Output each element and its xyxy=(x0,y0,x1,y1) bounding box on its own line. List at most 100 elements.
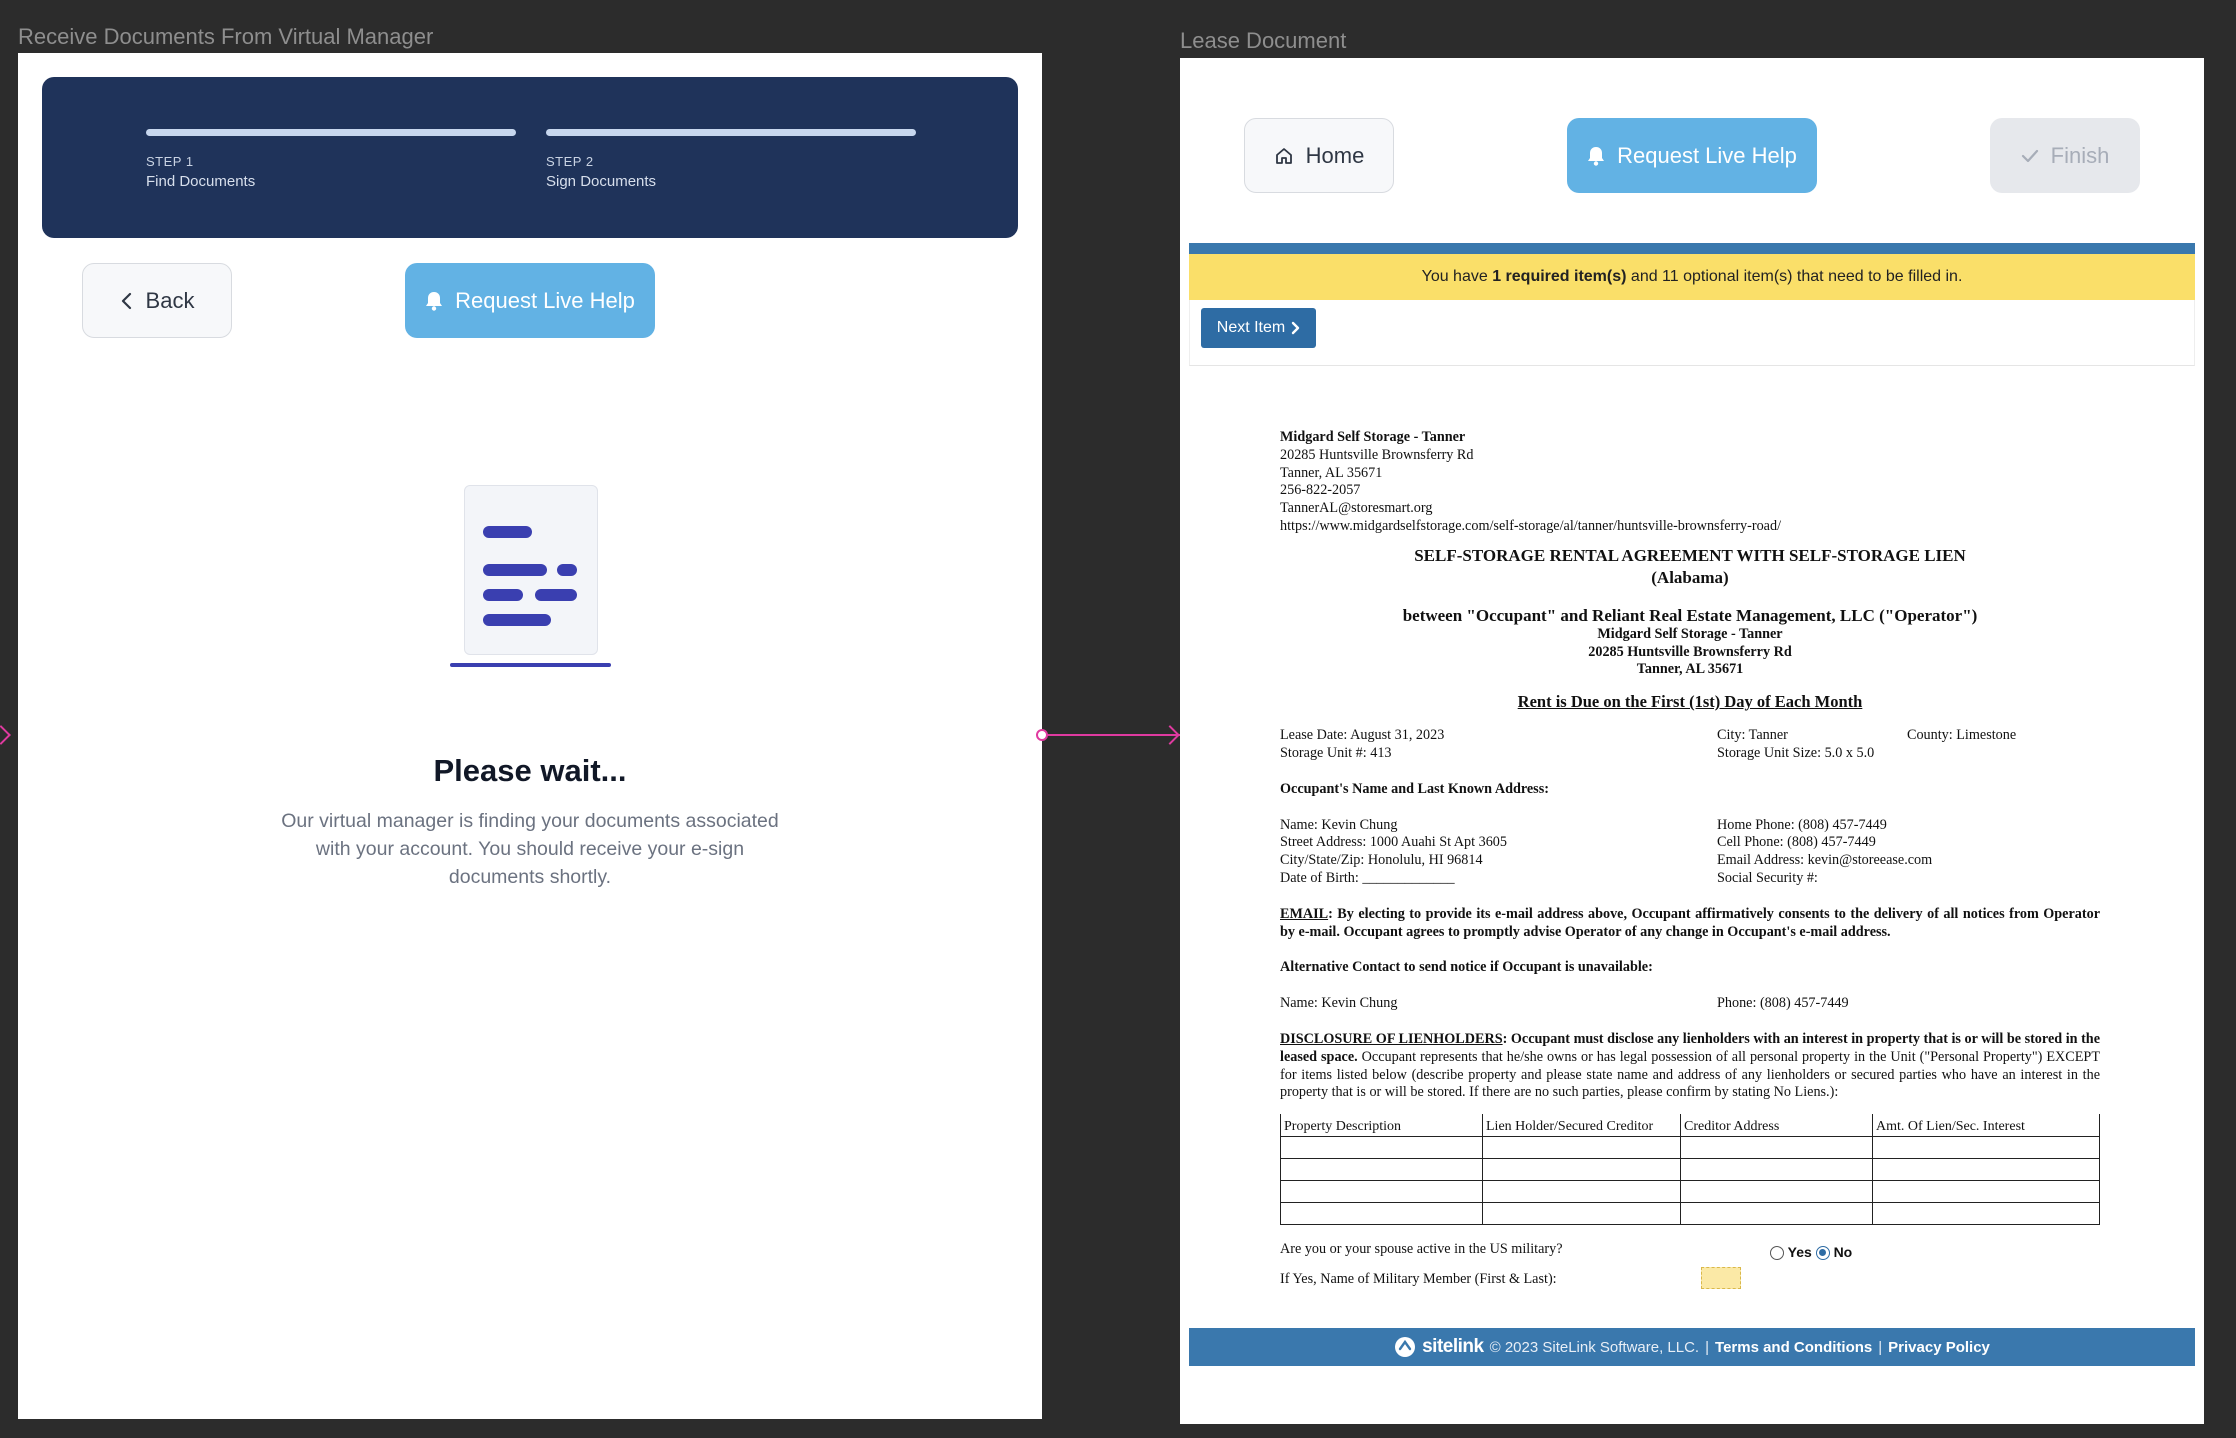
table-header: Lien Holder/Secured Creditor xyxy=(1482,1114,1681,1137)
footer-separator: | xyxy=(1705,1338,1710,1356)
doc-line xyxy=(483,589,523,601)
facility-email: TannerAL@storesmart.org xyxy=(1280,500,1433,517)
email-consent-label: EMAIL xyxy=(1280,905,1329,922)
finish-button[interactable]: Finish xyxy=(1990,118,2140,193)
viewer-toolbar: Next Item xyxy=(1189,300,2195,366)
back-button-label: Back xyxy=(145,287,195,313)
facility-url: https://www.midgardselfstorage.com/self-… xyxy=(1280,517,1782,534)
lease-county: County: Limestone xyxy=(1907,727,2017,744)
lease-info-row: Lease Date: August 31, 2023 City: Tanner… xyxy=(1280,727,2100,745)
home-button[interactable]: Home xyxy=(1244,118,1394,193)
doc-line xyxy=(483,564,547,576)
notice-required-count: 1 required item(s) xyxy=(1492,268,1627,285)
required-items-notice: You have 1 required item(s) and 11 optio… xyxy=(1189,254,2195,300)
next-item-label: Next Item xyxy=(1216,319,1286,336)
step-progress-bar xyxy=(146,129,516,136)
request-live-help-button[interactable]: Request Live Help xyxy=(1567,118,1817,193)
occupant-cell-phone: Cell Phone: (808) 457-7449 xyxy=(1717,834,1876,851)
military-question: Are you or your spouse active in the US … xyxy=(1280,1240,1563,1257)
occupant-email: Email Address: kevin@storeease.com xyxy=(1717,852,1933,869)
facility-city: Tanner, AL 35671 xyxy=(1280,464,1383,481)
parties-facility-address: 20285 Huntsville Brownsferry Rd xyxy=(1588,643,1792,660)
alt-contact-phone: Phone: (808) 457-7449 xyxy=(1717,995,1849,1012)
bell-icon xyxy=(1588,146,1605,166)
step-find-documents: STEP 1 Find Documents xyxy=(146,129,516,190)
disclosure-text: Occupant represents that he/she owns or … xyxy=(1280,1048,2100,1101)
occupant-city-state-zip: City/State/Zip: Honolulu, HI 96814 xyxy=(1280,852,1483,869)
military-radio-group: Yes No xyxy=(1770,1244,1852,1262)
email-consent-text: : By electing to provide its e-mail addr… xyxy=(1280,905,2100,940)
facility-phone: 256-822-2057 xyxy=(1280,482,1361,499)
lienholders-disclosure: DISCLOSURE OF LIENHOLDERS: Occupant must… xyxy=(1280,1031,2100,1102)
step-number: STEP 2 xyxy=(546,154,594,169)
parties-facility-city: Tanner, AL 35671 xyxy=(1636,661,1744,678)
table-header-row: Property Description Lien Holder/Secured… xyxy=(1280,1114,2100,1137)
military-no-label: No xyxy=(1833,1243,1853,1260)
military-yes-radio[interactable] xyxy=(1770,1245,1784,1260)
doc-line xyxy=(557,564,577,576)
home-button-label: Home xyxy=(1305,142,1365,168)
home-icon xyxy=(1275,147,1292,164)
military-yes-label: Yes xyxy=(1787,1243,1812,1260)
occupant-heading: Occupant's Name and Last Known Address: xyxy=(1280,780,1549,797)
request-live-help-label: Request Live Help xyxy=(1617,142,1797,168)
occupant-row: Date of Birth: _____________ Social Secu… xyxy=(1280,870,2100,888)
agreement-title: SELF-STORAGE RENTAL AGREEMENT WITH SELF-… xyxy=(1414,545,1966,565)
step-progress-bar xyxy=(546,129,916,136)
frame-title-right: Lease Document xyxy=(1180,28,1347,53)
agreement-state: (Alabama) xyxy=(1651,567,1729,587)
table-header: Amt. Of Lien/Sec. Interest xyxy=(1872,1114,2100,1137)
request-live-help-button[interactable]: Request Live Help xyxy=(405,263,655,338)
storage-unit: Storage Unit #: 413 xyxy=(1280,744,1392,761)
table-row[interactable] xyxy=(1280,1135,2100,1159)
table-row[interactable] xyxy=(1280,1201,2100,1225)
footer-separator: | xyxy=(1878,1338,1883,1356)
connector-arrow-icon xyxy=(1160,725,1180,745)
email-consent: EMAIL: By electing to provide its e-mail… xyxy=(1280,906,2100,942)
terms-link[interactable]: Terms and Conditions xyxy=(1715,1339,1872,1356)
step-name: Sign Documents xyxy=(546,173,657,190)
footer-copyright: © 2023 SiteLink Software, LLC. xyxy=(1489,1338,1700,1356)
document-icon xyxy=(464,485,598,655)
please-wait-message: Our virtual manager is finding your docu… xyxy=(281,810,779,888)
occupant-row: Name: Kevin Chung Home Phone: (808) 457-… xyxy=(1280,817,2100,835)
next-item-button[interactable]: Next Item xyxy=(1201,308,1316,348)
privacy-link[interactable]: Privacy Policy xyxy=(1888,1339,1990,1356)
occupant-row: City/State/Zip: Honolulu, HI 96814 Email… xyxy=(1280,852,2100,870)
occupant-name: Name: Kevin Chung xyxy=(1280,816,1398,833)
occupant-dob: Date of Birth: _____________ xyxy=(1280,869,1455,886)
stepper: STEP 1 Find Documents STEP 2 Sign Docume… xyxy=(42,77,1018,238)
lease-content: Midgard Self Storage - Tanner 20285 Hunt… xyxy=(1280,429,2100,1293)
military-name-field[interactable] xyxy=(1701,1266,1741,1289)
frame-title-left: Receive Documents From Virtual Manager xyxy=(18,24,434,49)
table-row[interactable] xyxy=(1280,1179,2100,1203)
occupant-home-phone: Home Phone: (808) 457-7449 xyxy=(1717,816,1887,833)
facility-address: 20285 Huntsville Brownsferry Rd xyxy=(1280,446,1474,463)
step-name: Find Documents xyxy=(146,173,256,190)
military-question-row: Are you or your spouse active in the US … xyxy=(1280,1241,2100,1267)
agreement-parties: between "Occupant" and Reliant Real Esta… xyxy=(1402,605,1978,625)
lease-city: City: Tanner xyxy=(1717,727,1788,744)
lease-info-row: Storage Unit #: 413 Storage Unit Size: 5… xyxy=(1280,745,2100,763)
connector-arrow-icon xyxy=(0,725,11,745)
document-base-line xyxy=(450,663,611,667)
military-name-row: If Yes, Name of Military Member (First &… xyxy=(1280,1266,2100,1293)
find-documents-screen: STEP 1 Find Documents STEP 2 Sign Docume… xyxy=(18,53,1042,1419)
step-number: STEP 1 xyxy=(146,154,194,169)
sitelink-logo: sitelink xyxy=(1422,1336,1484,1357)
military-no-radio[interactable] xyxy=(1815,1245,1830,1260)
request-live-help-label: Request Live Help xyxy=(455,287,635,313)
notice-text: You have xyxy=(1421,268,1493,285)
parties-facility-name: Midgard Self Storage - Tanner xyxy=(1597,625,1783,642)
footer: sitelink © 2023 SiteLink Software, LLC. … xyxy=(1189,1328,2195,1366)
viewer-top-bar xyxy=(1189,243,2195,254)
step-sign-documents: STEP 2 Sign Documents xyxy=(546,129,916,190)
storage-unit-size: Storage Unit Size: 5.0 x 5.0 xyxy=(1717,744,1875,761)
finish-button-label: Finish xyxy=(2050,142,2110,168)
back-button[interactable]: Back xyxy=(82,263,232,338)
doc-line xyxy=(535,589,577,601)
alt-contact-name: Name: Kevin Chung xyxy=(1280,995,1398,1012)
military-name-label: If Yes, Name of Military Member (First &… xyxy=(1280,1270,1557,1287)
check-icon xyxy=(2021,149,2038,162)
table-row[interactable] xyxy=(1280,1157,2100,1181)
